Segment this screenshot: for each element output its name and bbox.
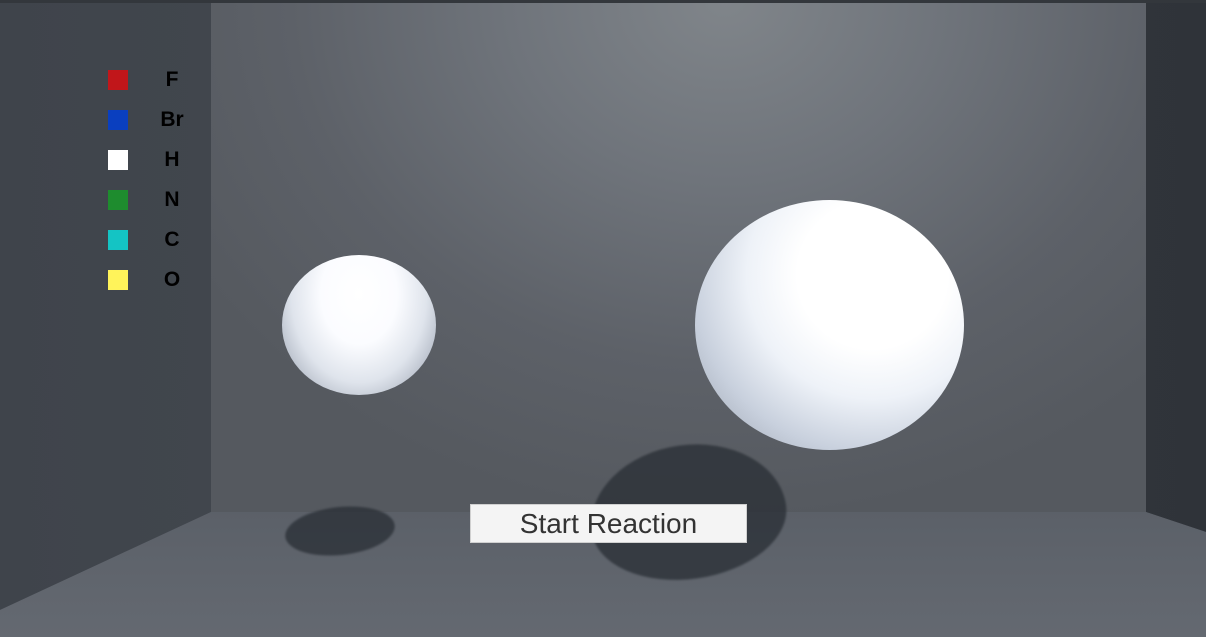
reaction-scene: F Br H N C O Start Reaction — [0, 0, 1206, 637]
legend-label: O — [163, 268, 181, 291]
element-legend: F Br H N C O — [108, 68, 198, 308]
color-swatch — [108, 190, 128, 210]
legend-label: H — [164, 148, 180, 171]
legend-item-c: C — [108, 228, 198, 268]
legend-label: Br — [160, 108, 184, 131]
legend-item-o: O — [108, 268, 198, 308]
color-swatch — [108, 150, 128, 170]
color-swatch — [108, 230, 128, 250]
legend-item-n: N — [108, 188, 198, 228]
legend-item-h: H — [108, 148, 198, 188]
legend-item-br: Br — [108, 108, 198, 148]
atom-sphere-large[interactable] — [695, 200, 964, 450]
legend-label: N — [164, 188, 180, 211]
start-reaction-button[interactable]: Start Reaction — [470, 504, 747, 543]
legend-item-f: F — [108, 68, 198, 108]
color-swatch — [108, 270, 128, 290]
color-swatch — [108, 110, 128, 130]
legend-label: C — [164, 228, 180, 251]
legend-label: F — [165, 68, 179, 91]
atom-sphere-small[interactable] — [282, 255, 436, 395]
color-swatch — [108, 70, 128, 90]
ceiling-edge — [0, 0, 1206, 3]
